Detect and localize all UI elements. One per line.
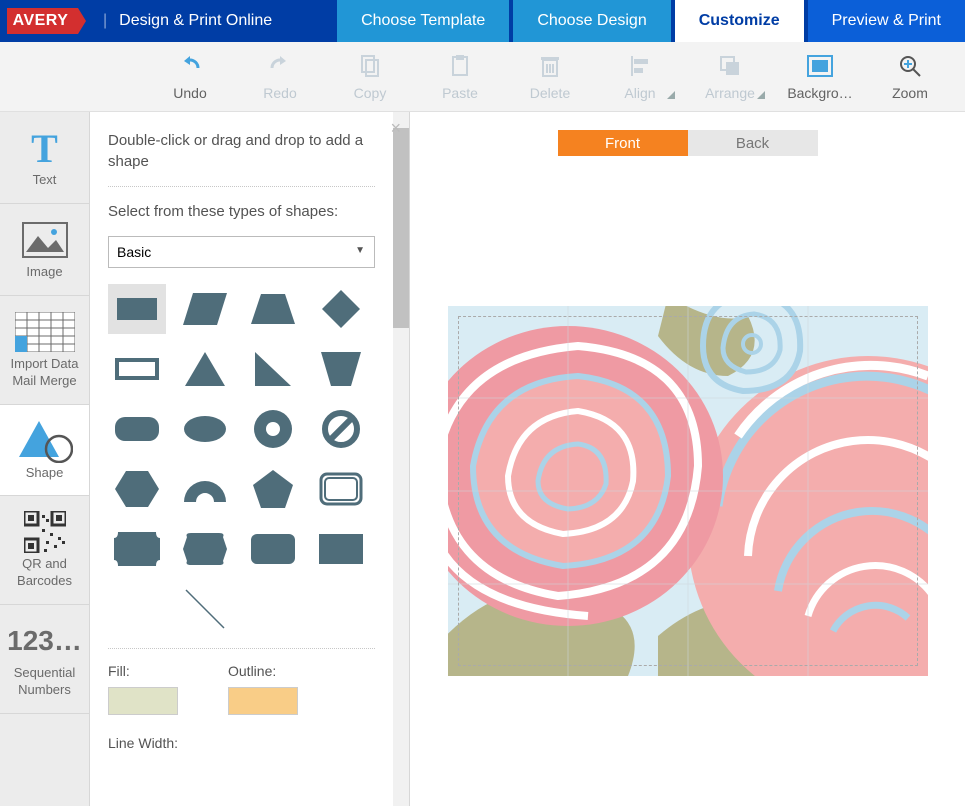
outline-swatch[interactable] <box>228 687 298 715</box>
panel-select-label: Select from these types of shapes: <box>108 201 375 222</box>
spreadsheet-icon <box>4 310 85 354</box>
shape-rectangle[interactable] <box>108 284 166 334</box>
tab-customize[interactable]: Customize <box>675 0 804 42</box>
safety-margin <box>458 316 918 666</box>
shape-rounded-rect[interactable] <box>108 404 166 454</box>
scrollbar-thumb[interactable] <box>393 128 409 328</box>
shape-hexagon[interactable] <box>108 464 166 514</box>
shapes-grid <box>108 284 375 634</box>
line-width-label: Line Width: <box>108 735 375 751</box>
left-sidebar: T Text Image Import Data Mail Merge Shap… <box>0 112 90 806</box>
qr-icon <box>4 510 85 554</box>
close-panel-button[interactable]: × <box>390 118 393 139</box>
shape-rounded-square[interactable] <box>244 524 302 574</box>
shape-right-triangle[interactable] <box>244 344 302 394</box>
zoom-icon <box>897 53 923 79</box>
text-icon: T <box>4 126 85 170</box>
app-title: | Design & Print Online <box>85 0 290 42</box>
trash-icon <box>537 53 563 79</box>
shape-arch[interactable] <box>176 464 234 514</box>
panel-intro-text: Double-click or drag and drop to add a s… <box>108 130 375 172</box>
shape-ticket[interactable] <box>108 524 166 574</box>
sidebar-item-image[interactable]: Image <box>0 204 89 296</box>
app-title-text: Design & Print Online <box>119 12 272 30</box>
align-icon <box>627 53 653 79</box>
shape-line[interactable] <box>176 584 234 634</box>
fill-group: Fill: <box>108 663 178 715</box>
shape-icon <box>4 419 85 463</box>
main-area: T Text Image Import Data Mail Merge Shap… <box>0 112 965 806</box>
redo-icon <box>267 53 293 79</box>
fill-label: Fill: <box>108 663 178 679</box>
sidebar-item-shape[interactable]: Shape <box>0 405 89 497</box>
nav-tabs: Choose Template Choose Design Customize … <box>333 0 965 42</box>
sidebar-item-import[interactable]: Import Data Mail Merge <box>0 296 89 405</box>
shape-plaque[interactable] <box>312 464 370 514</box>
arrange-button[interactable]: Arrange <box>685 53 775 101</box>
outline-label: Outline: <box>228 663 298 679</box>
sidebar-item-text[interactable]: T Text <box>0 112 89 204</box>
copy-icon <box>357 53 383 79</box>
panel-scrollbar[interactable] <box>393 112 409 806</box>
tab-choose-design[interactable]: Choose Design <box>513 0 670 42</box>
shape-panel: × Double-click or drag and drop to add a… <box>90 112 410 806</box>
toolbar: Undo Redo Copy Paste Delete Align Arrang… <box>0 42 965 112</box>
shape-ellipse[interactable] <box>176 404 234 454</box>
delete-button[interactable]: Delete <box>505 53 595 101</box>
shape-rect-outline[interactable] <box>108 344 166 394</box>
shape-trapezoid-alt[interactable] <box>312 344 370 394</box>
canvas-area: Front Back <box>410 112 965 806</box>
image-icon <box>4 218 85 262</box>
sequential-icon: 123… <box>4 619 85 663</box>
shape-square[interactable] <box>312 524 370 574</box>
side-tab-front[interactable]: Front <box>558 130 688 156</box>
dropdown-indicator-icon <box>757 91 765 99</box>
outline-group: Outline: <box>228 663 298 715</box>
tab-preview-print[interactable]: Preview & Print <box>808 0 965 42</box>
shape-no-symbol[interactable] <box>312 404 370 454</box>
logo-text: AVERY <box>7 8 79 34</box>
side-tab-back[interactable]: Back <box>688 130 818 156</box>
shape-diamond[interactable] <box>312 284 370 334</box>
app-header: AVERY | Design & Print Online Choose Tem… <box>0 0 965 42</box>
logo: AVERY <box>0 0 85 42</box>
undo-icon <box>177 53 203 79</box>
background-icon <box>807 53 833 79</box>
shape-badge[interactable] <box>176 524 234 574</box>
sidebar-item-sequential[interactable]: 123… Sequential Numbers <box>0 605 89 714</box>
redo-button[interactable]: Redo <box>235 53 325 101</box>
tab-choose-template[interactable]: Choose Template <box>337 0 509 42</box>
undo-button[interactable]: Undo <box>145 53 235 101</box>
copy-button[interactable]: Copy <box>325 53 415 101</box>
zoom-button[interactable]: Zoom <box>865 53 955 101</box>
dropdown-indicator-icon <box>667 91 675 99</box>
shape-triangle[interactable] <box>176 344 234 394</box>
paste-icon <box>447 53 473 79</box>
design-canvas[interactable] <box>448 306 928 676</box>
arrange-icon <box>717 53 743 79</box>
side-tabs: Front Back <box>558 130 818 156</box>
shape-trapezoid[interactable] <box>244 284 302 334</box>
shape-type-select[interactable]: Basic <box>108 236 375 268</box>
shape-pentagon[interactable] <box>244 464 302 514</box>
fill-swatch[interactable] <box>108 687 178 715</box>
align-button[interactable]: Align <box>595 53 685 101</box>
shape-parallelogram[interactable] <box>176 284 234 334</box>
paste-button[interactable]: Paste <box>415 53 505 101</box>
background-button[interactable]: Backgro… <box>775 53 865 101</box>
shape-donut[interactable] <box>244 404 302 454</box>
sidebar-item-qr[interactable]: QR and Barcodes <box>0 496 89 605</box>
